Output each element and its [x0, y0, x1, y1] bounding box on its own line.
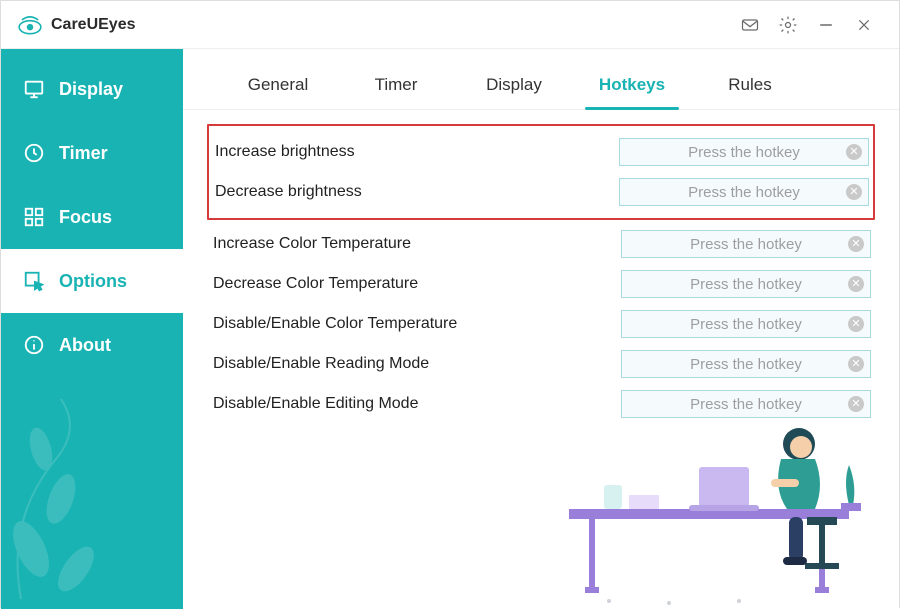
hotkey-row: Decrease brightness Press the hotkey ✕ [209, 172, 873, 212]
minimize-button[interactable] [807, 9, 845, 41]
tab-general[interactable]: General [219, 67, 337, 109]
sidebar-item-label: Timer [59, 143, 108, 164]
sidebar-item-focus[interactable]: Focus [1, 185, 183, 249]
leaf-decoration [1, 389, 183, 609]
content-area: General Timer Display Hotkeys Rules Incr… [183, 49, 899, 609]
grid-icon [23, 206, 45, 228]
hotkey-input[interactable]: Press the hotkey ✕ [621, 390, 871, 418]
settings-button[interactable] [769, 9, 807, 41]
hotkey-row: Disable/Enable Color Temperature Press t… [207, 304, 875, 344]
tab-display[interactable]: Display [455, 67, 573, 109]
hotkey-label: Increase brightness [213, 143, 619, 161]
hotkey-label: Disable/Enable Reading Mode [211, 355, 621, 373]
hotkey-list: Increase brightness Press the hotkey ✕ D… [183, 110, 899, 424]
sidebar-item-label: Options [59, 271, 127, 292]
mail-icon [740, 15, 760, 35]
hotkey-input[interactable]: Press the hotkey ✕ [621, 270, 871, 298]
hotkey-placeholder: Press the hotkey [690, 316, 802, 333]
hotkey-input[interactable]: Press the hotkey ✕ [619, 178, 869, 206]
hotkey-placeholder: Press the hotkey [690, 356, 802, 373]
eye-logo-icon [17, 12, 43, 38]
hotkey-row: Disable/Enable Editing Mode Press the ho… [207, 384, 875, 424]
hotkey-placeholder: Press the hotkey [688, 184, 800, 201]
hotkey-placeholder: Press the hotkey [690, 236, 802, 253]
monitor-icon [23, 78, 45, 100]
clear-hotkey-icon[interactable]: ✕ [848, 316, 864, 332]
app-logo: CareUEyes [17, 12, 136, 38]
hotkey-input[interactable]: Press the hotkey ✕ [621, 310, 871, 338]
sidebar-item-timer[interactable]: Timer [1, 121, 183, 185]
hotkey-input[interactable]: Press the hotkey ✕ [621, 350, 871, 378]
clear-hotkey-icon[interactable]: ✕ [848, 236, 864, 252]
tab-label: Timer [375, 75, 418, 94]
hotkey-label: Disable/Enable Color Temperature [211, 315, 621, 333]
cursor-box-icon [23, 270, 45, 292]
tab-hotkeys[interactable]: Hotkeys [573, 67, 691, 109]
clear-hotkey-icon[interactable]: ✕ [848, 276, 864, 292]
hotkey-row: Disable/Enable Reading Mode Press the ho… [207, 344, 875, 384]
sidebar-item-label: Focus [59, 207, 112, 228]
hotkey-placeholder: Press the hotkey [690, 276, 802, 293]
sidebar-item-label: About [59, 335, 111, 356]
highlighted-hotkeys: Increase brightness Press the hotkey ✕ D… [207, 124, 875, 220]
hotkey-label: Decrease Color Temperature [211, 275, 621, 293]
hotkey-row: Increase Color Temperature Press the hot… [207, 224, 875, 264]
titlebar: CareUEyes [1, 1, 899, 49]
close-icon [856, 17, 872, 33]
gear-icon [778, 15, 798, 35]
clear-hotkey-icon[interactable]: ✕ [846, 144, 862, 160]
hotkey-label: Increase Color Temperature [211, 235, 621, 253]
hotkey-row: Decrease Color Temperature Press the hot… [207, 264, 875, 304]
sidebar-item-label: Display [59, 79, 123, 100]
hotkey-label: Disable/Enable Editing Mode [211, 395, 621, 413]
minimize-icon [816, 15, 836, 35]
clear-hotkey-icon[interactable]: ✕ [848, 356, 864, 372]
tab-label: Display [486, 75, 542, 94]
hotkey-input[interactable]: Press the hotkey ✕ [621, 230, 871, 258]
tab-label: Rules [728, 75, 771, 94]
tab-rules[interactable]: Rules [691, 67, 809, 109]
close-button[interactable] [845, 9, 883, 41]
hotkey-placeholder: Press the hotkey [688, 144, 800, 161]
tab-label: General [248, 75, 308, 94]
clear-hotkey-icon[interactable]: ✕ [846, 184, 862, 200]
info-icon [23, 334, 45, 356]
clock-icon [23, 142, 45, 164]
tabs: General Timer Display Hotkeys Rules [183, 49, 899, 110]
app-title: CareUEyes [51, 16, 136, 34]
sidebar-item-options[interactable]: Options [1, 249, 183, 313]
sidebar: Display Timer Focus Options About [1, 49, 183, 609]
hotkey-row: Increase brightness Press the hotkey ✕ [209, 132, 873, 172]
clear-hotkey-icon[interactable]: ✕ [848, 396, 864, 412]
hotkey-placeholder: Press the hotkey [690, 396, 802, 413]
tab-label: Hotkeys [599, 75, 665, 94]
hotkey-label: Decrease brightness [213, 183, 619, 201]
hotkey-input[interactable]: Press the hotkey ✕ [619, 138, 869, 166]
tab-timer[interactable]: Timer [337, 67, 455, 109]
sidebar-item-about[interactable]: About [1, 313, 183, 377]
sidebar-item-display[interactable]: Display [1, 57, 183, 121]
mail-button[interactable] [731, 9, 769, 41]
